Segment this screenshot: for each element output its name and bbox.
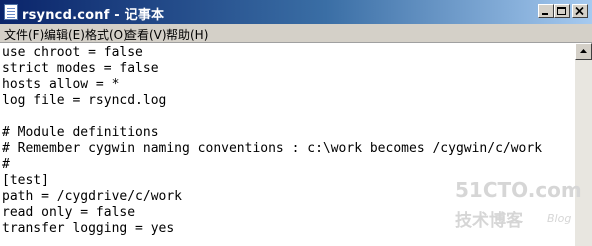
minimize-icon — [542, 13, 548, 15]
menu-format[interactable]: 格式(O) — [85, 26, 128, 43]
text-line: hosts allow = * — [2, 77, 120, 92]
text-editor[interactable]: use chroot = false strict modes = false … — [0, 43, 575, 246]
maximize-icon — [557, 7, 566, 15]
minimize-button[interactable] — [538, 4, 554, 18]
maximize-button[interactable] — [554, 4, 570, 18]
vertical-scrollbar[interactable] — [575, 43, 592, 246]
text-line: # Module definitions — [2, 125, 159, 140]
menu-help[interactable]: 帮助(H) — [166, 26, 208, 43]
text-line: log file = rsyncd.log — [2, 93, 167, 108]
text-line: path = /cygdrive/c/work — [2, 189, 183, 204]
arrow-up-icon — [580, 49, 587, 53]
menu-file[interactable]: 文件(F) — [4, 26, 44, 43]
text-line: use chroot = false — [2, 45, 143, 60]
scroll-up-button[interactable] — [575, 43, 592, 60]
title-bar[interactable]: rsyncd.conf - 记事本 — [0, 0, 592, 24]
menu-view[interactable]: 查看(V) — [125, 26, 167, 43]
text-line: [test] — [2, 173, 49, 188]
menu-bar: 文件(F) 编辑(E) 格式(O) 查看(V) 帮助(H) — [0, 24, 592, 43]
text-line: transfer logging = yes — [2, 221, 175, 236]
notepad-icon — [4, 4, 18, 20]
text-line: # Remember cygwin naming conventions : c… — [2, 141, 543, 156]
menu-edit[interactable]: 编辑(E) — [44, 26, 85, 43]
close-button[interactable] — [572, 4, 588, 18]
text-line: read only = false — [2, 205, 136, 220]
window-title: rsyncd.conf - 记事本 — [22, 8, 165, 23]
text-line: # — [2, 157, 10, 172]
text-line: strict modes = false — [2, 61, 159, 76]
close-icon — [575, 7, 584, 16]
